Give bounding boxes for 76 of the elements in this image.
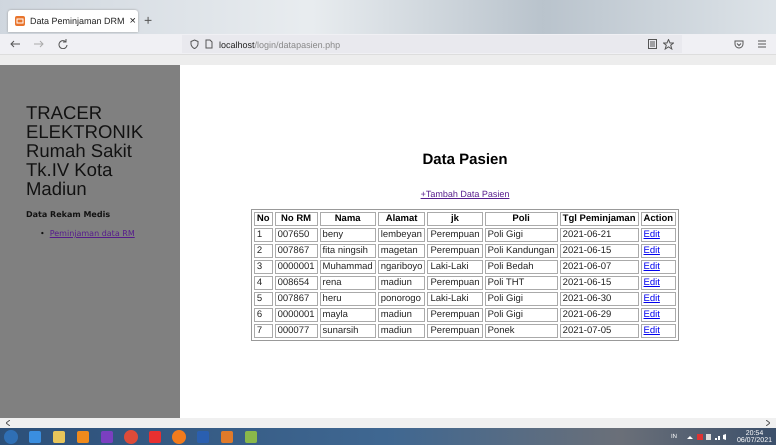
table-cell: 0000001 — [274, 260, 318, 274]
table-cell: 1 — [254, 228, 273, 242]
table-cell: 2021-06-30 — [560, 292, 639, 306]
table-cell: Muhammad — [320, 260, 376, 274]
column-header: Action — [640, 212, 676, 226]
table-cell: fita ningsih — [320, 244, 376, 258]
column-header: No — [254, 212, 273, 226]
add-patient-link[interactable]: +Tambah Data Pasien — [420, 189, 510, 199]
column-header: Alamat — [378, 212, 426, 226]
table-cell: Perempuan — [427, 244, 483, 258]
table-cell: ngariboyo — [378, 260, 426, 274]
table-cell: 000077 — [274, 324, 318, 338]
table-cell: Laki-Laki — [427, 260, 483, 274]
table-cell: Perempuan — [427, 228, 483, 242]
url-host: localhost — [219, 40, 255, 50]
table-cell: Poli Gigi — [484, 228, 558, 242]
column-header: Tgl Peminjaman — [560, 212, 639, 226]
column-header: Poli — [484, 212, 558, 226]
table-cell: Poli Bedah — [484, 260, 558, 274]
table-cell: sunarsih — [320, 324, 376, 338]
table-cell: Perempuan — [427, 276, 483, 290]
browser-tab[interactable]: Data Peminjaman DRM × — [8, 10, 138, 32]
table-cell: 2021-06-29 — [560, 308, 639, 322]
table-cell: Perempuan — [427, 308, 483, 322]
table-cell: magetan — [378, 244, 426, 258]
close-icon[interactable]: × — [130, 15, 136, 27]
edit-link[interactable]: Edit — [644, 229, 660, 240]
table-cell: Poli Kandungan — [484, 244, 558, 258]
table-cell: ponorogo — [378, 292, 426, 306]
table-cell: mayla — [320, 308, 376, 322]
edit-link[interactable]: Edit — [644, 245, 660, 256]
table-cell: 007867 — [274, 292, 318, 306]
column-header: No RM — [274, 212, 318, 226]
table-cell: 2021-06-07 — [560, 260, 639, 274]
table-cell: heru — [320, 292, 376, 306]
table-cell: Poli THT — [484, 276, 558, 290]
column-header: jk — [427, 212, 483, 226]
table-cell: Ponek — [484, 324, 558, 338]
table-cell: Poli Gigi — [484, 308, 558, 322]
table-cell: 6 — [254, 308, 273, 322]
edit-link[interactable]: Edit — [644, 309, 660, 320]
table-cell: 007650 — [274, 228, 318, 242]
table-cell: madiun — [378, 324, 426, 338]
table-cell: 2021-07-05 — [560, 324, 639, 338]
table-cell: Poli Gigi — [484, 292, 558, 306]
table-cell: 7 — [254, 324, 273, 338]
table-cell: 2021-06-15 — [560, 244, 639, 258]
table-cell: madiun — [378, 276, 426, 290]
edit-link[interactable]: Edit — [644, 325, 660, 336]
table-cell: Laki-Laki — [427, 292, 483, 306]
site-title: TRACER ELEKTRONIK Rumah Sakit Tk.IV Kota Madiun — [26, 103, 144, 198]
table-cell: 2 — [254, 244, 273, 258]
address-bar[interactable]: localhost/login/datapasien.php — [182, 35, 682, 53]
table-cell: 2021-06-15 — [560, 276, 639, 290]
table-cell: 3 — [254, 260, 273, 274]
table-cell: lembeyan — [378, 228, 426, 242]
table-cell: 2021-06-21 — [560, 228, 639, 242]
table-cell: rena — [320, 276, 376, 290]
table-cell: 5 — [254, 292, 273, 306]
table-cell: beny — [320, 228, 376, 242]
edit-link[interactable]: Edit — [644, 261, 660, 272]
table-cell: Perempuan — [427, 324, 483, 338]
table-cell: 4 — [254, 276, 273, 290]
new-tab-button[interactable]: + — [144, 12, 152, 28]
section-heading: Data Rekam Medis — [26, 210, 112, 219]
table-cell: 0000001 — [274, 308, 318, 322]
tab-title: Data Peminjaman DRM — [30, 16, 125, 26]
table-cell: 008654 — [274, 276, 318, 290]
column-header: Nama — [320, 212, 376, 226]
page-heading: Data Pasien — [422, 151, 508, 168]
edit-link[interactable]: Edit — [644, 293, 660, 304]
url-path: /login/datapasien.php — [254, 40, 340, 50]
table-cell: 007867 — [274, 244, 318, 258]
table-cell: madiun — [378, 308, 426, 322]
bullet: • — [40, 229, 45, 238]
edit-link[interactable]: Edit — [644, 277, 660, 288]
